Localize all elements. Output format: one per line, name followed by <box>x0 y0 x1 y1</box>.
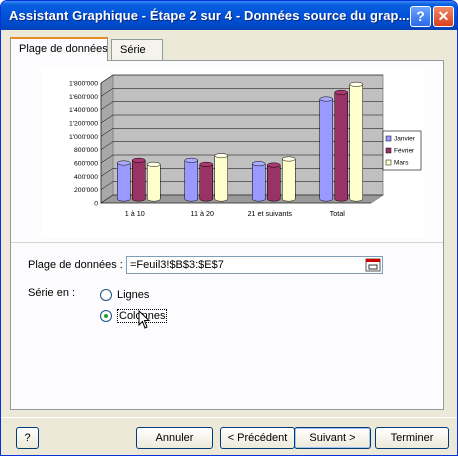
range-label-text: Plage de données : <box>28 259 123 271</box>
cancel-button[interactable]: Annuler <box>136 427 213 449</box>
footer-separator <box>1 417 457 418</box>
next-button[interactable]: Suivant > <box>294 427 371 449</box>
bar-top-0-3 <box>319 96 333 102</box>
collapse-dialog-icon[interactable] <box>365 258 381 272</box>
radio-columns[interactable] <box>100 310 112 322</box>
data-range-input[interactable]: =Feuil3!$B$3:$E$7 <box>126 256 383 274</box>
data-range-value: =Feuil3!$B$3:$E$7 <box>130 259 224 271</box>
bar-body-0-3 <box>320 99 333 199</box>
bar-body-1-1 <box>200 164 213 199</box>
title-close-button[interactable]: ✕ <box>433 6 454 27</box>
tab-data-range[interactable]: Plage de données <box>10 37 108 61</box>
chart-wizard-dialog: Assistant Graphique - Étape 2 sur 4 - Do… <box>0 0 458 456</box>
tab-data-range-label: Plage de données <box>19 43 108 55</box>
chart-svg: 0 200'000 400'000 600'000 800'000 1'000'000 1'… <box>69 74 422 218</box>
title-help-button[interactable]: ? <box>410 6 431 27</box>
x-tick-label: 11 à 20 <box>191 209 214 218</box>
bar-top-2-2 <box>282 156 296 162</box>
y-tick-label: 200'000 <box>74 187 98 194</box>
y-tick-label: 1'400'000 <box>69 107 98 114</box>
x-tick-label: Total <box>330 209 346 218</box>
series-in-label: Série en : <box>28 287 76 299</box>
bar-body-0-2 <box>252 163 265 199</box>
bar-body-1-3 <box>335 92 348 199</box>
chart-preview: 0 200'000 400'000 600'000 800'000 1'000'000 1'… <box>41 67 424 238</box>
bar-body-2-1 <box>215 155 228 199</box>
bar-top-1-2 <box>267 162 281 168</box>
next-button-label: Suivant > <box>309 432 356 444</box>
bar-top-1-0 <box>132 157 146 163</box>
bar-top-0-1 <box>184 157 198 163</box>
bar-body-0-0 <box>117 163 130 199</box>
y-tick-label: 0 <box>94 201 98 208</box>
bar-top-1-1 <box>199 161 213 167</box>
bar-top-2-1 <box>214 153 228 159</box>
y-tick-label: 800'000 <box>74 147 98 154</box>
help-icon: ? <box>416 8 425 24</box>
bar-body-1-0 <box>132 160 145 199</box>
finish-button-label: Terminer <box>390 432 434 444</box>
panel-separator <box>11 242 443 243</box>
radio-columns-selected-dot <box>104 314 108 318</box>
y-tick-label: 1'600'000 <box>69 94 98 101</box>
legend-label-0: Janvier <box>394 136 416 143</box>
y-tick-label: 1'800'000 <box>69 81 98 88</box>
legend-label-1: Février <box>394 148 415 155</box>
chart-side-wall <box>100 74 114 204</box>
mouse-cursor-icon <box>138 310 151 329</box>
back-button[interactable]: < Précédent <box>220 427 295 449</box>
bar-top-0-0 <box>117 160 131 166</box>
window-title: Assistant Graphique - Étape 2 sur 4 - Do… <box>9 8 410 23</box>
radio-rows-label[interactable]: Lignes <box>117 289 149 301</box>
bar-body-2-2 <box>282 159 295 199</box>
bar-top-1-3 <box>334 89 348 95</box>
legend-label-2: Mars <box>394 160 409 167</box>
x-tick-label: 21 et suivants <box>248 209 293 218</box>
cancel-button-label: Annuler <box>155 432 194 444</box>
bar-body-2-3 <box>350 84 363 199</box>
range-label: Plage de données : <box>28 259 123 271</box>
bar-body-1-2 <box>267 165 280 199</box>
y-tick-label: 600'000 <box>74 161 98 168</box>
bar-body-2-0 <box>147 164 160 199</box>
help-button[interactable]: ? <box>16 427 39 449</box>
bar-top-2-3 <box>349 81 363 87</box>
tab-series[interactable]: Série <box>111 39 163 61</box>
tab-panel: 0 200'000 400'000 600'000 800'000 1'000'000 1'… <box>10 60 444 410</box>
radio-rows[interactable] <box>100 289 112 301</box>
y-tick-label: 400'000 <box>74 174 98 181</box>
back-button-label: < Précédent <box>227 432 288 444</box>
bar-top-2-0 <box>147 161 161 167</box>
title-bar[interactable]: Assistant Graphique - Étape 2 sur 4 - Do… <box>1 1 457 30</box>
x-tick-label: 1 à 10 <box>125 209 145 218</box>
help-button-label: ? <box>24 432 31 444</box>
bar-top-0-2 <box>252 161 266 167</box>
finish-button[interactable]: Terminer <box>375 427 449 449</box>
bar-body-0-1 <box>185 160 198 199</box>
y-tick-label: 1'000'000 <box>69 134 98 141</box>
close-icon: ✕ <box>437 8 450 24</box>
legend-swatch-0 <box>385 135 392 142</box>
legend-swatch-1 <box>385 147 392 154</box>
legend-swatch-2 <box>385 159 392 166</box>
tab-series-label: Série <box>120 44 146 56</box>
y-tick-label: 1'200'000 <box>69 121 98 128</box>
